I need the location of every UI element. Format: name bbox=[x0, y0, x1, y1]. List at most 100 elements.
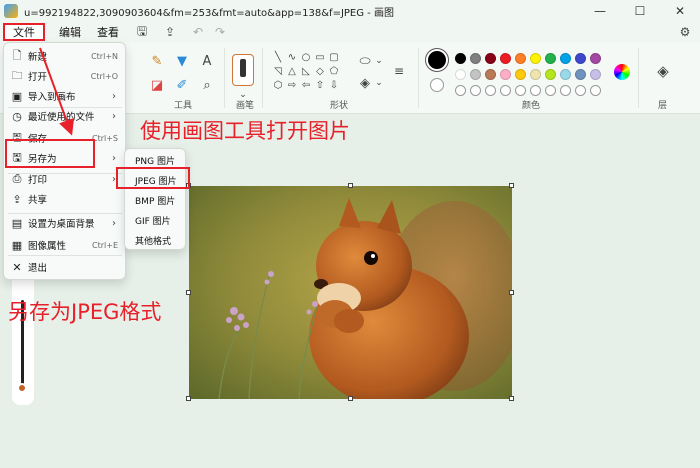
custom-color-slot[interactable] bbox=[485, 85, 496, 96]
color-swatch[interactable] bbox=[530, 53, 541, 64]
color-swatch[interactable] bbox=[515, 53, 526, 64]
image-canvas[interactable] bbox=[189, 186, 512, 399]
color-swatch[interactable] bbox=[590, 69, 601, 80]
layers-icon[interactable]: ◈ bbox=[654, 62, 672, 80]
arrow-up-shape-icon[interactable]: ⇧ bbox=[314, 80, 326, 91]
save-as-format-item[interactable]: BMP 图片 bbox=[125, 191, 187, 210]
pentagon-shape-icon[interactable]: ⬠ bbox=[328, 66, 340, 77]
file-menu-item[interactable]: ✕ 退出 bbox=[6, 257, 124, 277]
custom-color-slot[interactable] bbox=[575, 85, 586, 96]
triangle-shape-icon[interactable]: △ bbox=[286, 66, 298, 77]
color-swatch[interactable] bbox=[455, 53, 466, 64]
resize-handle[interactable] bbox=[186, 290, 191, 295]
magnifier-icon[interactable]: ⌕ bbox=[198, 76, 216, 94]
file-menu-item[interactable]: ⎙ 打印 › bbox=[6, 169, 124, 189]
file-menu-item-label: 共享 bbox=[28, 195, 48, 206]
oval-shape-icon[interactable]: ○ bbox=[300, 52, 312, 63]
save-icon[interactable]: 🖫 bbox=[131, 23, 153, 41]
color-swatch[interactable] bbox=[485, 53, 496, 64]
primary-color-swatch[interactable] bbox=[428, 51, 446, 69]
color-swatch[interactable] bbox=[470, 69, 481, 80]
file-menu-item[interactable]: ⇪ 共享 bbox=[6, 189, 124, 209]
custom-color-slot[interactable] bbox=[590, 85, 601, 96]
eraser-icon[interactable]: ◪ bbox=[148, 76, 166, 94]
settings-gear-icon[interactable]: ⚙ bbox=[674, 23, 696, 41]
chevron-down-icon[interactable]: ⌄ bbox=[370, 74, 388, 92]
color-swatch[interactable] bbox=[575, 69, 586, 80]
color-swatch[interactable] bbox=[515, 69, 526, 80]
minimize-button[interactable]: — bbox=[580, 0, 620, 22]
custom-color-slot[interactable] bbox=[500, 85, 511, 96]
share-icon: ⇪ bbox=[12, 192, 22, 206]
color-swatch[interactable] bbox=[545, 53, 556, 64]
pencil-icon[interactable]: ✎ bbox=[148, 52, 166, 70]
arrow-left-shape-icon[interactable]: ⇦ bbox=[300, 80, 312, 91]
right-triangle-shape-icon[interactable]: ◺ bbox=[300, 66, 312, 77]
color-picker-icon[interactable]: ✐ bbox=[173, 76, 191, 94]
file-menu-item[interactable]: ▣ 导入到画布 › bbox=[6, 86, 124, 106]
resize-handle[interactable] bbox=[348, 396, 353, 401]
brush-button[interactable] bbox=[232, 54, 254, 86]
arrow-down-shape-icon[interactable]: ⇩ bbox=[328, 80, 340, 91]
file-menu-item[interactable]: 🗀 打开 Ctrl+O bbox=[6, 66, 124, 86]
color-swatch[interactable] bbox=[455, 69, 466, 80]
maximize-button[interactable]: ☐ bbox=[620, 0, 660, 22]
custom-color-slot[interactable] bbox=[560, 85, 571, 96]
text-tool-icon[interactable]: A bbox=[198, 52, 216, 70]
color-swatch[interactable] bbox=[500, 53, 511, 64]
diamond-shape-icon[interactable]: ◇ bbox=[314, 66, 326, 77]
resize-handle[interactable] bbox=[186, 396, 191, 401]
color-swatch[interactable] bbox=[560, 53, 571, 64]
ribbon-separator bbox=[418, 48, 419, 108]
view-menu-button[interactable]: 查看 bbox=[89, 23, 127, 41]
secondary-color-swatch[interactable] bbox=[430, 78, 444, 92]
color-swatch[interactable] bbox=[560, 69, 571, 80]
arrow-right-shape-icon[interactable]: ⇨ bbox=[286, 80, 298, 91]
brush-icon bbox=[240, 59, 246, 77]
custom-color-slot[interactable] bbox=[455, 85, 466, 96]
polygon-shape-icon[interactable]: ◹ bbox=[272, 66, 284, 77]
tools-group-label: 工具 bbox=[174, 101, 193, 111]
color-swatch[interactable] bbox=[485, 69, 496, 80]
undo-icon[interactable]: ↶ bbox=[187, 23, 209, 41]
zoom-slider-thumb[interactable] bbox=[17, 383, 27, 393]
color-swatch[interactable] bbox=[470, 53, 481, 64]
file-menu-item[interactable]: ▤ 设置为桌面背景 › bbox=[6, 213, 124, 233]
edit-colors-icon[interactable] bbox=[614, 64, 630, 80]
ribbon-separator bbox=[224, 48, 225, 108]
file-menu-item[interactable]: ▦ 图像属性 Ctrl+E bbox=[6, 235, 124, 255]
resize-handle[interactable] bbox=[509, 183, 514, 188]
color-swatch[interactable] bbox=[590, 53, 601, 64]
custom-color-slot[interactable] bbox=[545, 85, 556, 96]
curve-shape-icon[interactable]: ∿ bbox=[286, 52, 298, 63]
chevron-right-icon: › bbox=[112, 110, 116, 122]
file-menu-item[interactable]: ◷ 最近使用的文件 › bbox=[6, 106, 124, 126]
file-menu-item[interactable]: 🗋 新建 Ctrl+N bbox=[6, 46, 124, 66]
close-button[interactable]: ✕ bbox=[660, 0, 700, 22]
line-shape-icon[interactable]: ╲ bbox=[272, 52, 284, 63]
color-swatch[interactable] bbox=[530, 69, 541, 80]
resize-handle[interactable] bbox=[509, 396, 514, 401]
resize-handle[interactable] bbox=[509, 290, 514, 295]
custom-color-slot[interactable] bbox=[470, 85, 481, 96]
color-swatch[interactable] bbox=[500, 69, 511, 80]
edit-menu-button[interactable]: 编辑 bbox=[51, 23, 89, 41]
fill-bucket-icon[interactable]: ▼ bbox=[173, 52, 191, 70]
color-swatch[interactable] bbox=[545, 69, 556, 80]
chevron-down-icon[interactable]: ⌄ bbox=[370, 52, 388, 70]
rounded-rect-shape-icon[interactable]: ▢ bbox=[328, 52, 340, 63]
custom-color-slot[interactable] bbox=[515, 85, 526, 96]
file-menu-button[interactable]: 文件 bbox=[3, 23, 45, 41]
save-as-format-item[interactable]: 其他格式 bbox=[125, 231, 187, 250]
stroke-size-icon[interactable]: ≡ bbox=[390, 62, 408, 80]
menu-divider bbox=[8, 213, 122, 214]
save-as-submenu: PNG 图片 JPEG 图片 BMP 图片 GIF 图片 其他格式 bbox=[124, 148, 186, 250]
custom-color-slot[interactable] bbox=[530, 85, 541, 96]
redo-icon[interactable]: ↷ bbox=[209, 23, 231, 41]
rectangle-shape-icon[interactable]: ▭ bbox=[314, 52, 326, 63]
resize-handle[interactable] bbox=[348, 183, 353, 188]
share-icon[interactable]: ⇪ bbox=[159, 23, 181, 41]
save-as-format-item[interactable]: GIF 图片 bbox=[125, 211, 187, 230]
color-swatch[interactable] bbox=[575, 53, 586, 64]
hexagon-shape-icon[interactable]: ⬡ bbox=[272, 80, 284, 91]
